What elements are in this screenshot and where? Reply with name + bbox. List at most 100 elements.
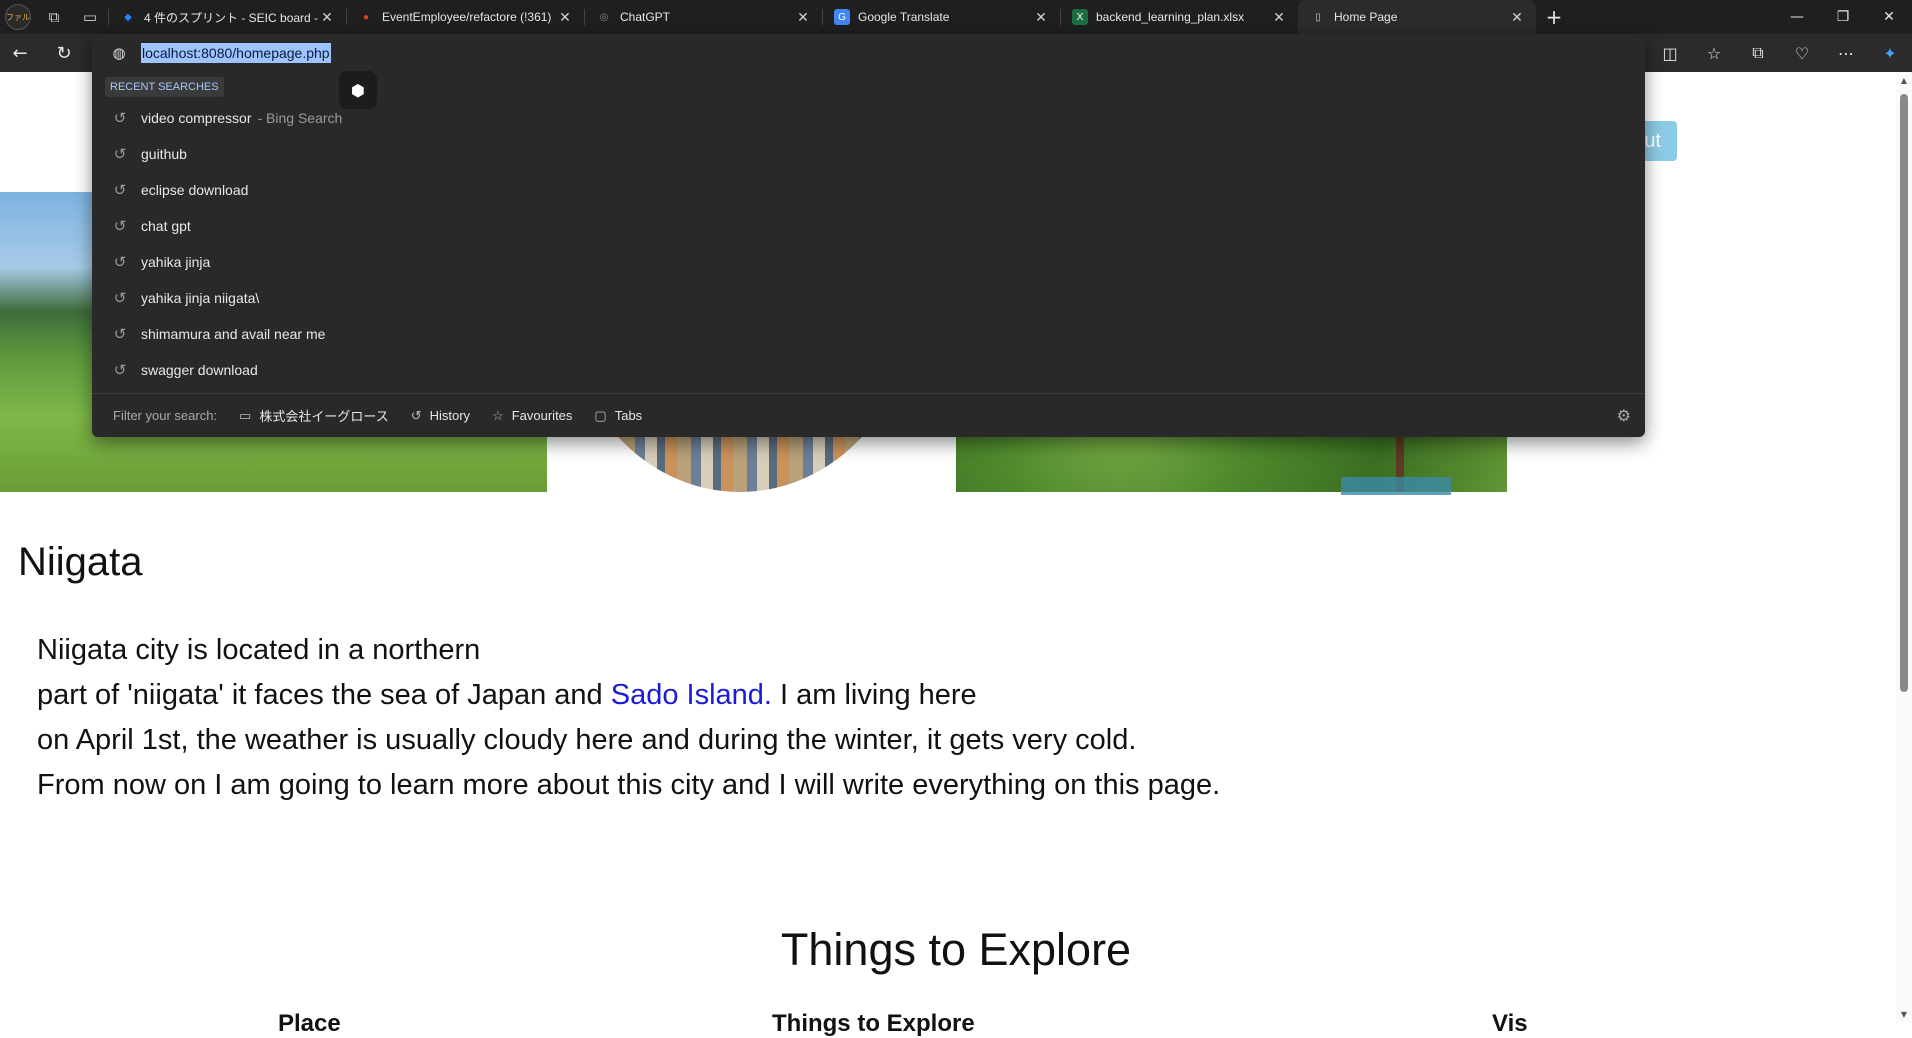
window-controls: — ❐ ✕	[1774, 0, 1912, 34]
jira-icon: ◆	[124, 11, 132, 23]
scroll-thumb[interactable]	[1900, 94, 1908, 692]
para-line: Niigata city is located in a northern	[37, 634, 481, 666]
suggestion-item[interactable]: ↺ chat gpt	[92, 208, 1645, 244]
tab-chatgpt[interactable]: ◎ ChatGPT ✕	[584, 0, 822, 34]
tab-title: Google Translate	[858, 10, 950, 24]
collections-icon[interactable]: ⧉	[1736, 34, 1780, 72]
para-line: part of 'niigata' it faces the sea of Ja…	[37, 673, 1220, 718]
new-tab-button[interactable]: +	[1536, 0, 1572, 34]
vertical-scrollbar[interactable]: ▲ ▼	[1896, 72, 1912, 1023]
globe-icon: ◍	[112, 44, 126, 62]
page-heading: Niigata	[18, 540, 143, 584]
tab-title: EventEmployee/refactore (!361) · B	[382, 10, 556, 24]
suggestion-text: eclipse download	[141, 182, 249, 198]
para-text: I am living here	[771, 679, 977, 711]
tab-title: ChatGPT	[620, 10, 671, 24]
gear-icon[interactable]: ⚙	[1617, 406, 1631, 425]
filter-tabs-label: Tabs	[614, 408, 643, 423]
split-screen-icon[interactable]: ◫	[1648, 34, 1692, 72]
close-tab-icon[interactable]: ✕	[1270, 9, 1288, 26]
profile-button[interactable]: ファル	[0, 0, 36, 34]
restore-icon[interactable]: ❐	[1820, 0, 1866, 34]
filter-label: Filter your search:	[113, 408, 218, 423]
tab-title: 4 件のスプリント - SEIC board - アジャ	[144, 10, 318, 25]
address-input[interactable]: localhost:8080/homepage.php	[141, 43, 331, 63]
history-icon: ↺	[113, 181, 127, 199]
suggestion-text: video compressor	[141, 110, 252, 126]
suggestion-text: yahika jinja niigata\	[141, 290, 260, 306]
gitlab-icon: ●	[362, 11, 370, 23]
page-icon: ▯	[1315, 11, 1321, 23]
filter-favourites[interactable]: ☆ Favourites	[492, 408, 572, 424]
chatgpt-icon: ◎	[599, 11, 609, 23]
more-menu-icon[interactable]: ⋯	[1824, 34, 1868, 72]
history-icon: ↺	[410, 407, 422, 423]
scroll-down-icon[interactable]: ▼	[1896, 1010, 1912, 1019]
filter-org[interactable]: ▭ 株式会社イーグロース	[239, 406, 389, 425]
close-tab-icon[interactable]: ✕	[1508, 9, 1526, 26]
filter-history[interactable]: ↺ History	[411, 408, 470, 424]
suggestion-text: yahika jinja	[141, 254, 211, 270]
suggestion-text: swagger download	[141, 362, 258, 378]
column-header-place: Place	[278, 1010, 341, 1037]
history-icon: ↺	[113, 361, 127, 379]
tabs-icon: ▢	[594, 407, 607, 423]
refresh-icon[interactable]: ↻	[46, 34, 82, 72]
minimize-icon[interactable]: —	[1774, 0, 1820, 34]
recent-searches-label: RECENT SEARCHES	[105, 77, 224, 97]
suggestion-item[interactable]: ↺ yahika jinja niigata\	[92, 280, 1645, 316]
tab-excel[interactable]: X backend_learning_plan.xlsx ✕	[1060, 0, 1298, 34]
profile-avatar: ファル	[5, 4, 31, 30]
back-icon[interactable]: ←	[2, 34, 38, 72]
history-icon: ↺	[113, 217, 127, 235]
filter-favourites-label: Favourites	[511, 408, 573, 423]
favourites-star-icon[interactable]: ☆	[1692, 34, 1736, 72]
tab-title: backend_learning_plan.xlsx	[1096, 10, 1245, 24]
tab-google-translate[interactable]: G Google Translate ✕	[822, 0, 1060, 34]
briefcase-icon: ▭	[239, 407, 252, 423]
filter-bar: Filter your search: ▭ 株式会社イーグロース ↺ History…	[92, 393, 1645, 437]
translate-icon: G	[834, 9, 850, 25]
omnibox-dropdown: ◍ localhost:8080/homepage.php RECENT SEA…	[92, 34, 1645, 437]
history-icon: ↺	[113, 109, 127, 127]
filter-tabs[interactable]: ▢ Tabs	[594, 408, 642, 424]
suggestion-item[interactable]: ↺ video compressor - Bing Search	[92, 100, 1645, 136]
history-icon: ↺	[113, 289, 127, 307]
close-tab-icon[interactable]: ✕	[556, 9, 574, 26]
suggestion-text: guithub	[141, 146, 187, 162]
sado-island-link[interactable]: Sado Island.	[611, 679, 772, 711]
suggestion-text: shimamura and avail near me	[141, 326, 326, 342]
tab-actions-icon[interactable]: ▭	[72, 0, 108, 34]
browser-essentials-icon[interactable]: ♡	[1780, 34, 1824, 72]
suggestion-item[interactable]: ↺ swagger download	[92, 352, 1645, 388]
tab-strip: ファル ⧉ ▭ ◆ 4 件のスプリント - SEIC board - アジャ ✕…	[0, 0, 1912, 34]
toolbar-right: ◫ ☆ ⧉ ♡ ⋯ ✦	[1648, 34, 1912, 72]
workspaces-icon[interactable]: ⧉	[36, 0, 72, 34]
suggestion-item[interactable]: ↺ yahika jinja	[92, 244, 1645, 280]
filter-history-label: History	[429, 408, 471, 423]
suggestion-item[interactable]: ↺ eclipse download	[92, 172, 1645, 208]
history-icon: ↺	[113, 145, 127, 163]
history-icon: ↺	[113, 325, 127, 343]
tab-gitlab[interactable]: ● EventEmployee/refactore (!361) · B ✕	[346, 0, 584, 34]
tab-home-page[interactable]: ▯ Home Page ✕	[1298, 0, 1536, 34]
suggestion-item[interactable]: ↺ guithub	[92, 136, 1645, 172]
intro-paragraph: Niigata city is located in a northern pa…	[37, 628, 1220, 808]
address-bar[interactable]: ◍ localhost:8080/homepage.php	[92, 34, 1645, 72]
excel-icon: X	[1072, 9, 1088, 25]
close-tab-icon[interactable]: ✕	[318, 9, 336, 26]
filter-org-label: 株式会社イーグロース	[259, 409, 389, 424]
scroll-up-icon[interactable]: ▲	[1896, 76, 1912, 85]
star-icon: ☆	[492, 407, 504, 423]
close-window-icon[interactable]: ✕	[1866, 0, 1912, 34]
suggestion-item[interactable]: ↺ shimamura and avail near me	[92, 316, 1645, 352]
para-line: From now on I am going to learn more abo…	[37, 769, 1221, 801]
history-icon: ↺	[113, 253, 127, 271]
copilot-icon[interactable]: ✦	[1868, 34, 1912, 72]
close-tab-icon[interactable]: ✕	[1032, 9, 1050, 26]
close-tab-icon[interactable]: ✕	[794, 9, 812, 26]
tab-jira[interactable]: ◆ 4 件のスプリント - SEIC board - アジャ ✕	[108, 0, 346, 34]
section-heading: Things to Explore	[780, 924, 1132, 975]
para-text: part of 'niigata' it faces the sea of Ja…	[37, 679, 611, 711]
suggestion-text: chat gpt	[141, 218, 191, 234]
